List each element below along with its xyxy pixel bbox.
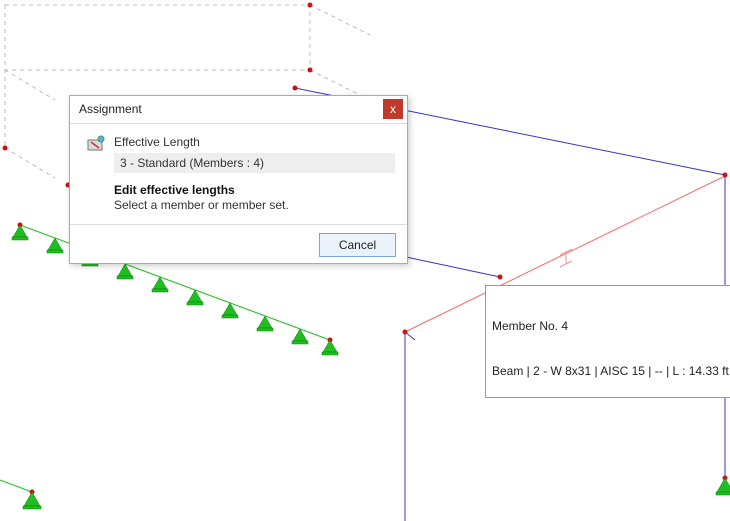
tooltip-line-2: Beam | 2 - W 8x31 | AISC 15 | -- | L : 1… xyxy=(492,364,729,379)
cancel-button[interactable]: Cancel xyxy=(319,233,396,257)
section-title: Effective Length xyxy=(114,135,395,149)
close-button[interactable]: x xyxy=(383,99,403,119)
close-icon: x xyxy=(390,102,396,116)
dialog-footer: Cancel xyxy=(70,225,407,263)
tooltip-line-1: Member No. 4 xyxy=(492,319,729,334)
instruction-subtitle: Select a member or member set. xyxy=(114,198,395,212)
effective-length-selection[interactable]: 3 - Standard (Members : 4) xyxy=(114,153,395,173)
assignment-dialog: Assignment x Effective Length 3 - Standa… xyxy=(69,95,408,264)
dialog-titlebar[interactable]: Assignment x xyxy=(70,96,407,124)
effective-length-icon xyxy=(86,134,106,154)
beams-green xyxy=(0,225,330,492)
member-tooltip: Member No. 4 Beam | 2 - W 8x31 | AISC 15… xyxy=(485,285,730,398)
instruction-title: Edit effective lengths xyxy=(114,183,395,197)
dialog-title: Assignment xyxy=(79,102,142,116)
dialog-body: Effective Length 3 - Standard (Members :… xyxy=(70,124,407,225)
